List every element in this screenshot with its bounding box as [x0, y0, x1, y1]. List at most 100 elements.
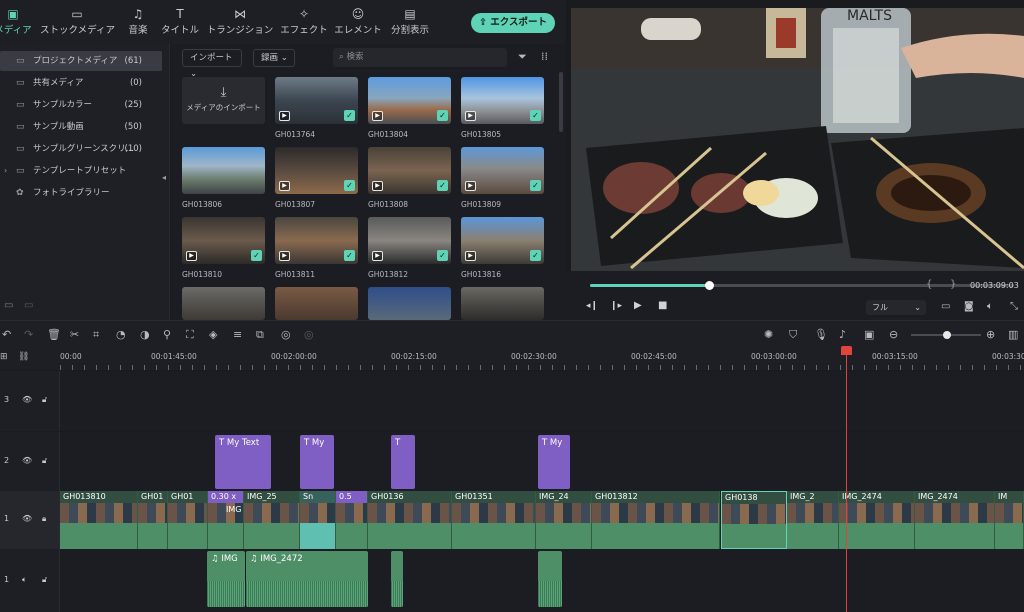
- import-dropdown[interactable]: インポート ⌄: [182, 49, 242, 79]
- tab-stock-media[interactable]: ▭ ストックメディア: [40, 6, 115, 42]
- sidebar-item-sample-video[interactable]: ▭ サンプル動画 (50): [0, 117, 162, 137]
- sidebar-item-sample-green-screen[interactable]: ▭ サンプルグリーンスクリ… (10): [0, 139, 162, 159]
- media-thumbnail[interactable]: ▶ ✓: [368, 147, 451, 194]
- link-icon[interactable]: ⛓: [18, 352, 29, 362]
- grid-view-icon[interactable]: ⁞⁞: [541, 50, 548, 63]
- playhead-handle[interactable]: [841, 346, 852, 355]
- title-clip[interactable]: T My: [538, 435, 570, 489]
- audio-clip[interactable]: ♫ IMG: [207, 551, 245, 607]
- eye-icon[interactable]: 👁︎: [22, 456, 32, 465]
- sidebar-item-photo-library[interactable]: ✿ フォトライブラリー: [0, 183, 162, 203]
- media-thumbnail[interactable]: ▶ ✓: [182, 217, 265, 264]
- video-clip[interactable]: GH01351: [452, 491, 536, 549]
- folder-icon[interactable]: ▭: [24, 300, 33, 311]
- video-clip[interactable]: GH013810: [60, 491, 138, 549]
- speed-icon[interactable]: ◔: [116, 328, 126, 341]
- video-clip-selected[interactable]: Sn: [300, 491, 336, 549]
- eye-icon[interactable]: 👁︎: [22, 514, 32, 523]
- title-clip[interactable]: T: [391, 435, 415, 489]
- quality-dropdown[interactable]: フル ⌄: [866, 300, 926, 315]
- video-clip-highlighted[interactable]: GH0138: [721, 491, 787, 549]
- step-back-icon[interactable]: ◂❙: [586, 301, 598, 311]
- media-thumbnail[interactable]: [368, 287, 451, 320]
- media-thumbnail[interactable]: ▶ ✓: [368, 217, 451, 264]
- media-thumbnail[interactable]: [182, 147, 265, 194]
- tab-split-screen[interactable]: ▤ 分割表示: [388, 6, 432, 42]
- sidebar-item-shared-media[interactable]: ▭ 共有メディア (0): [0, 73, 162, 93]
- mark-in-icon[interactable]: {: [926, 279, 932, 290]
- playhead[interactable]: [841, 346, 852, 612]
- title-clip[interactable]: T My Text: [215, 435, 271, 489]
- tab-elements[interactable]: ☺ エレメント: [334, 6, 382, 42]
- add-track-icon[interactable]: ⊞: [0, 352, 8, 362]
- media-import-button[interactable]: ⤓ メディアのインポート: [182, 77, 265, 124]
- tab-titles[interactable]: T タイトル: [160, 6, 200, 42]
- volume-icon[interactable]: 🔈︎: [987, 301, 993, 312]
- playback-scrubber-handle[interactable]: [704, 281, 714, 290]
- video-clip[interactable]: IMG_25: [244, 491, 300, 549]
- shield-icon[interactable]: ⛉: [789, 328, 797, 342]
- zoom-slider[interactable]: [911, 331, 981, 339]
- tab-music[interactable]: ♫ 音楽: [122, 6, 154, 42]
- media-scrollbar[interactable]: [559, 72, 563, 132]
- redo-icon[interactable]: ↷: [24, 328, 33, 341]
- media-thumbnail[interactable]: ▶ ✓: [368, 77, 451, 124]
- media-thumbnail[interactable]: ▶ ✓: [461, 77, 544, 124]
- media-thumbnail[interactable]: [275, 287, 358, 320]
- media-thumbnail[interactable]: ▶ ✓: [275, 77, 358, 124]
- media-thumbnail[interactable]: ▶ ✓: [275, 147, 358, 194]
- timeline-ruler[interactable]: ⊞ ⛓ 00:00 00:01:45:00 00:02:00:00 00:02:…: [0, 348, 1024, 370]
- search-input[interactable]: ⌕ 検索: [333, 48, 507, 67]
- ai-icon[interactable]: ◎: [281, 328, 291, 341]
- crop-icon[interactable]: ⌗: [93, 328, 99, 342]
- new-folder-icon[interactable]: ▭: [4, 300, 13, 311]
- zoom-slider-handle[interactable]: [943, 331, 951, 339]
- sidebar-item-sample-colors[interactable]: ▭ サンプルカラー (25): [0, 95, 162, 115]
- record-dropdown[interactable]: 録画 ⌄: [253, 49, 295, 67]
- step-forward-icon[interactable]: ❙▸: [610, 301, 622, 311]
- delete-icon[interactable]: 🗑︎: [47, 328, 61, 341]
- sidebar-item-template-presets[interactable]: › ▭ テンプレートプリセット: [0, 161, 162, 181]
- fullscreen-icon[interactable]: ⤡: [1010, 301, 1018, 312]
- tab-media[interactable]: ▣ メディア: [0, 6, 40, 42]
- tab-effects[interactable]: ✧ エフェクト: [280, 6, 328, 42]
- stop-icon[interactable]: ■: [658, 300, 667, 311]
- video-clip[interactable]: 0.30 x IMG: [208, 491, 244, 549]
- color-icon[interactable]: ◑: [140, 328, 150, 341]
- zoom-out-icon[interactable]: ⊖: [889, 328, 898, 341]
- speaker-icon[interactable]: 🔈︎: [22, 575, 27, 585]
- eye-icon[interactable]: 👁︎: [22, 395, 32, 404]
- adjust-icon[interactable]: ≡: [233, 328, 242, 341]
- undo-icon[interactable]: ↶: [2, 328, 11, 341]
- tab-transitions[interactable]: ⋈ トランジション: [206, 6, 274, 42]
- panel-layout-icon[interactable]: ▥: [1008, 328, 1018, 341]
- video-clip[interactable]: IMG_2474: [915, 491, 995, 549]
- export-button[interactable]: ⇪ エクスポート: [471, 13, 555, 33]
- zoom-in-icon[interactable]: ⊕: [986, 328, 995, 341]
- media-thumbnail[interactable]: [461, 287, 544, 320]
- play-icon[interactable]: ▶: [634, 300, 642, 311]
- keyframe-icon[interactable]: ◎: [304, 328, 314, 341]
- lock-icon[interactable]: 🔓︎: [42, 456, 47, 466]
- media-thumbnail[interactable]: ▶ ✓: [275, 217, 358, 264]
- audio-clip[interactable]: ♫ IMG_2472: [246, 551, 368, 607]
- video-clip[interactable]: GH013812: [592, 491, 720, 549]
- split-clip-icon[interactable]: ⧉: [256, 328, 264, 342]
- title-clip[interactable]: T My: [300, 435, 334, 489]
- preview-viewer[interactable]: MALTS: [571, 8, 1024, 271]
- freeze-icon[interactable]: ⚲: [163, 328, 171, 341]
- media-thumbnail[interactable]: ▶ ✓: [461, 217, 544, 264]
- snapshot-icon[interactable]: ◙: [964, 301, 974, 312]
- chevron-right-icon[interactable]: ›: [4, 161, 7, 181]
- video-clip[interactable]: IMG_24: [536, 491, 592, 549]
- microphone-icon[interactable]: 🎙︎: [814, 328, 828, 341]
- lock-icon[interactable]: 🔓︎: [42, 395, 47, 405]
- video-clip[interactable]: GH01: [168, 491, 208, 549]
- video-clip[interactable]: GH0136: [368, 491, 452, 549]
- audio-list-icon[interactable]: ♪: [839, 328, 846, 341]
- collapse-sidebar-icon[interactable]: ◂: [162, 173, 166, 182]
- video-clip[interactable]: GH01: [138, 491, 168, 549]
- audio-clip[interactable]: [538, 551, 562, 607]
- mark-out-icon[interactable]: }: [950, 279, 956, 290]
- filter-icon[interactable]: ⏷: [518, 50, 527, 64]
